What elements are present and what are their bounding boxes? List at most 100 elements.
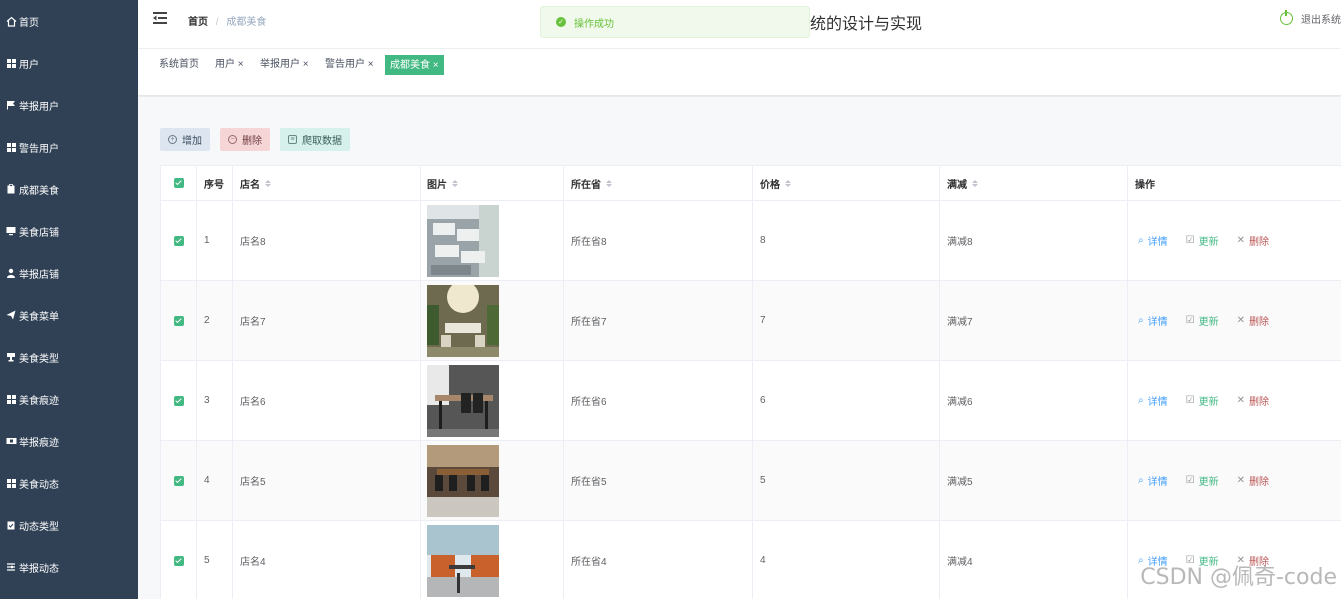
check-circle-icon: ✓ <box>556 17 566 27</box>
sidebar-item-food-traces[interactable]: 美食痕迹 <box>0 378 138 420</box>
sidebar-item-label: 举报店铺 <box>19 269 59 281</box>
grid-icon <box>5 393 17 405</box>
food-thumbnail[interactable] <box>427 444 499 517</box>
sidebar-item-home[interactable]: 首页 <box>0 0 138 42</box>
food-thumbnail[interactable] <box>427 284 499 357</box>
crawl-button[interactable]: ≡ 爬取数据 <box>280 128 350 151</box>
breadcrumb-home[interactable]: 首页 <box>188 17 208 28</box>
col-discount[interactable]: 满减 <box>940 166 1128 200</box>
col-image[interactable]: 图片 <box>421 166 564 200</box>
update-button[interactable]: ☑ 更新 <box>1186 473 1219 488</box>
detail-button[interactable]: ⌕ 详情 <box>1138 473 1168 488</box>
col-name[interactable]: 店名 <box>233 166 421 200</box>
col-no-label: 序号 <box>204 179 224 191</box>
sidebar-item-food-shops[interactable]: 美食店铺 <box>0 210 138 252</box>
edit-icon: ☑ <box>1185 475 1195 486</box>
food-thumbnail[interactable] <box>427 204 499 277</box>
sort-icon[interactable] <box>972 179 978 187</box>
update-button[interactable]: ☑ 更新 <box>1186 313 1219 328</box>
cell-discount: 满减6 <box>940 361 1128 440</box>
sort-icon[interactable] <box>785 179 791 187</box>
sidebar-item-users[interactable]: 用户 <box>0 42 138 84</box>
sidebar-item-chengdu-food[interactable]: 成都美食 <box>0 168 138 210</box>
detail-button[interactable]: ⌕ 详情 <box>1138 393 1168 408</box>
tag-users[interactable]: 用户 × <box>211 55 248 75</box>
tag-warn-users[interactable]: 警告用户 × <box>321 55 378 75</box>
clipboard-icon <box>5 183 17 195</box>
col-name-label: 店名 <box>240 179 260 191</box>
main-content: + 增加 − 删除 ≡ 爬取数据 序号 店名 图片 所在省 价格 满减 操作 1… <box>138 97 1341 599</box>
remove-button[interactable]: ✕ 删除 <box>1237 313 1269 328</box>
row-checkbox[interactable] <box>173 315 184 326</box>
sidebar-item-report-traces[interactable]: 举报痕迹 <box>0 420 138 462</box>
select-all-checkbox[interactable] <box>173 178 184 188</box>
row-select-cell <box>161 441 197 520</box>
sidebar-item-label: 成都美食 <box>19 185 59 197</box>
table-body: 1 店名8 所在省8 8 满减8 ⌕ 详情 ☑ 更新 ✕ 删除 2 店名7 所在省7 7 满减7 ⌕ 详情 ☑ 更新 ✕… <box>161 201 1341 599</box>
menu-toggle-icon[interactable] <box>153 12 167 24</box>
cell-name-value: 店名7 <box>240 317 266 328</box>
sort-icon[interactable] <box>452 179 458 187</box>
row-checkbox[interactable] <box>173 475 184 486</box>
cell-image <box>421 201 564 280</box>
page-title: 统的设计与实现 <box>810 16 923 33</box>
add-button[interactable]: + 增加 <box>160 128 210 151</box>
tag-report-users[interactable]: 举报用户 × <box>256 55 313 75</box>
clipboard-icon <box>5 519 17 531</box>
col-actions: 操作 <box>1128 166 1341 200</box>
breadcrumb: 首页 / 成都美食 <box>188 13 266 28</box>
row-checkbox[interactable] <box>173 235 184 246</box>
grid-icon <box>5 57 17 69</box>
logout-button[interactable]: 退出系统 <box>1280 10 1341 26</box>
row-select-cell <box>161 201 197 280</box>
food-thumbnail[interactable] <box>427 524 499 597</box>
detail-button[interactable]: ⌕ 详情 <box>1138 313 1168 328</box>
sidebar-item-report-users[interactable]: 举报用户 <box>0 84 138 126</box>
cell-province: 所在省6 <box>564 361 753 440</box>
sort-icon[interactable] <box>265 179 271 187</box>
cell-name-value: 店名8 <box>240 237 266 248</box>
sidebar-item-label: 美食店铺 <box>19 227 59 239</box>
detail-label: 详情 <box>1147 477 1168 488</box>
sidebar-item-report-shops[interactable]: 举报店铺 <box>0 252 138 294</box>
tag-chengdu-food[interactable]: 成都美食 × <box>385 55 444 75</box>
sidebar-item-food-menu[interactable]: 美食菜单 <box>0 294 138 336</box>
row-checkbox[interactable] <box>173 395 184 406</box>
close-icon: ✕ <box>1236 315 1245 326</box>
food-thumbnail[interactable] <box>427 364 499 437</box>
cell-discount: 满减4 <box>940 521 1128 599</box>
sidebar-item-warn-users[interactable]: 警告用户 <box>0 126 138 168</box>
sidebar-item-food-dynamics[interactable]: 美食动态 <box>0 462 138 504</box>
sidebar-item-label: 举报动态 <box>19 563 59 575</box>
sidebar-item-dynamic-types[interactable]: 动态类型 <box>0 504 138 546</box>
sidebar-item-food-types[interactable]: 美食类型 <box>0 336 138 378</box>
cell-price-value: 7 <box>760 315 766 326</box>
crawl-button-label: 爬取数据 <box>302 136 342 147</box>
remove-button[interactable]: ✕ 删除 <box>1237 473 1269 488</box>
delete-button[interactable]: − 删除 <box>220 128 270 151</box>
update-button[interactable]: ☑ 更新 <box>1186 233 1219 248</box>
col-price[interactable]: 价格 <box>753 166 940 200</box>
tag-home[interactable]: 系统首页 <box>155 55 203 75</box>
cell-name: 店名7 <box>233 281 421 360</box>
detail-button[interactable]: ⌕ 详情 <box>1138 233 1168 248</box>
remove-button[interactable]: ✕ 删除 <box>1237 393 1269 408</box>
cell-discount-value: 满减6 <box>947 397 973 408</box>
col-province[interactable]: 所在省 <box>564 166 753 200</box>
cell-province: 所在省7 <box>564 281 753 360</box>
sort-icon[interactable] <box>606 179 612 187</box>
cell-price: 8 <box>753 201 940 280</box>
row-checkbox[interactable] <box>173 555 184 566</box>
sidebar-item-label: 用户 <box>19 59 39 71</box>
remove-button[interactable]: ✕ 删除 <box>1237 233 1269 248</box>
cell-no: 2 <box>197 281 233 360</box>
cell-name-value: 店名5 <box>240 477 266 488</box>
cell-province-value: 所在省8 <box>571 237 607 248</box>
cell-no: 3 <box>197 361 233 440</box>
cell-price: 5 <box>753 441 940 520</box>
update-button[interactable]: ☑ 更新 <box>1186 393 1219 408</box>
cell-no-value: 3 <box>204 395 210 406</box>
col-image-label: 图片 <box>427 179 447 191</box>
sidebar-item-report-dynamics[interactable]: 举报动态 <box>0 546 138 588</box>
cell-no: 1 <box>197 201 233 280</box>
